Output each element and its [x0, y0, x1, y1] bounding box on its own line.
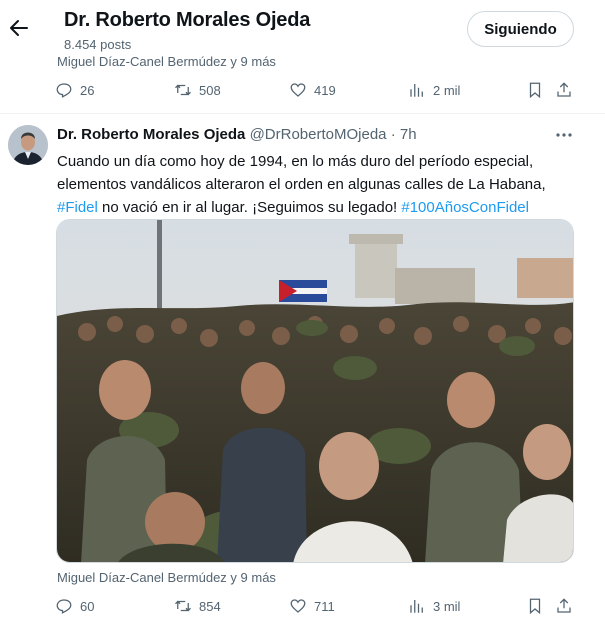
- tweet-divider: [0, 113, 605, 114]
- repost-icon: [175, 600, 191, 612]
- repost-count: 854: [199, 598, 221, 614]
- like-icon: [290, 599, 306, 613]
- more-icon: [556, 133, 572, 137]
- like-count: 711: [314, 598, 335, 614]
- prev-like-count: 419: [314, 82, 336, 98]
- tweet-photo[interactable]: [56, 219, 574, 563]
- share-icon: [557, 598, 571, 613]
- header-title-block: Dr. Roberto Morales Ojeda 8.454 posts: [64, 8, 310, 53]
- views-count: 3 mil: [433, 598, 461, 614]
- views-icon: [410, 600, 423, 613]
- repost-button[interactable]: 854: [174, 597, 221, 615]
- share-button[interactable]: [555, 597, 573, 615]
- share-icon: [557, 82, 571, 97]
- back-arrow-icon: [10, 20, 28, 36]
- prev-views-count: 2 mil: [433, 82, 461, 98]
- like-button[interactable]: 711: [289, 597, 335, 615]
- prev-share-button[interactable]: [555, 81, 573, 99]
- prev-like-button[interactable]: 419: [289, 81, 336, 99]
- hashtag-fidel[interactable]: #Fidel: [57, 199, 98, 216]
- tweet-actions: 60 854 711 3 mil: [55, 597, 575, 617]
- prev-repost-button[interactable]: 508: [174, 81, 221, 99]
- prev-views-button[interactable]: 2 mil: [408, 81, 460, 99]
- back-button[interactable]: [4, 10, 34, 46]
- profile-header: Dr. Roberto Morales Ojeda 8.454 posts Si…: [0, 0, 605, 56]
- tweet-author-handle[interactable]: @DrRobertoMOjeda: [250, 126, 387, 143]
- views-button[interactable]: 3 mil: [408, 597, 460, 615]
- bookmark-icon: [529, 82, 541, 99]
- header-post-count: 8.454 posts: [64, 37, 132, 52]
- tweet-text-line2: elementos vandálicos alteraron el orden …: [57, 176, 546, 193]
- tweet-timestamp[interactable]: 7h: [400, 126, 417, 143]
- tweet-header: Dr. Roberto Morales Ojeda @DrRobertoMOje…: [57, 126, 417, 144]
- tweet-text-line3: no vació en ir al lugar. ¡Seguimos su le…: [97, 199, 402, 216]
- crowd-photo-image: [57, 220, 573, 562]
- tweet-separator: ·: [390, 126, 396, 143]
- hashtag-100-anos-con-fidel[interactable]: #100AñosConFidel: [401, 199, 529, 216]
- repost-icon: [175, 84, 191, 96]
- following-button[interactable]: Siguiendo: [467, 11, 574, 47]
- prev-repost-count: 508: [199, 82, 221, 98]
- prev-tweet-actions: 26 508 419 2 mil: [55, 81, 575, 101]
- tweet-reposted-by[interactable]: Miguel Díaz-Canel Bermúdez y 9 más: [57, 570, 276, 586]
- tweet-text-line1: Cuando un día como hoy de 1994, en lo má…: [57, 153, 534, 170]
- avatar-image: [8, 125, 48, 165]
- header-profile-name: Dr. Roberto Morales Ojeda: [64, 9, 311, 31]
- reply-count: 60: [80, 598, 95, 614]
- views-icon: [410, 84, 423, 97]
- bookmark-button[interactable]: [526, 597, 544, 615]
- prev-reply-button[interactable]: 26: [55, 81, 94, 99]
- bookmark-icon: [529, 598, 541, 615]
- prev-bookmark-button[interactable]: [526, 81, 544, 99]
- reply-icon: [56, 599, 72, 614]
- more-options-button[interactable]: [553, 126, 575, 144]
- prev-reply-count: 26: [80, 82, 95, 98]
- reply-icon: [56, 83, 72, 98]
- like-icon: [290, 83, 306, 97]
- tweet-author-name[interactable]: Dr. Roberto Morales Ojeda: [57, 126, 245, 143]
- reply-button[interactable]: 60: [55, 597, 94, 615]
- avatar[interactable]: [8, 125, 48, 165]
- tweet-text: Cuando un día como hoy de 1994, en lo má…: [57, 150, 577, 219]
- prev-reposted-by[interactable]: Miguel Díaz-Canel Bermúdez y 9 más: [57, 54, 276, 70]
